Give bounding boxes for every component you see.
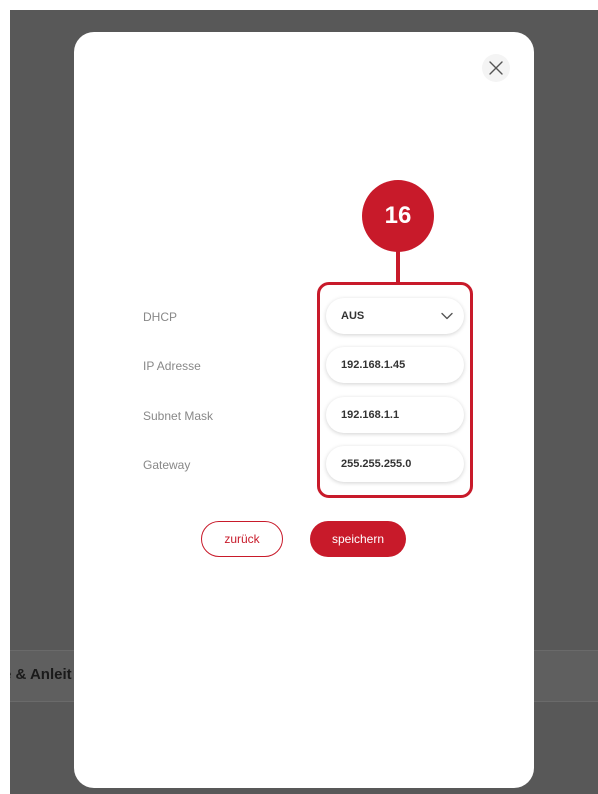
subnet-mask-label: Subnet Mask [143,409,214,423]
ip-address-label: IP Adresse [143,359,201,373]
close-button[interactable] [482,54,510,82]
back-button[interactable]: zurück [201,521,283,557]
background-section-title: e & Anleit [10,666,72,683]
close-icon [489,61,503,75]
save-button[interactable]: speichern [310,521,406,557]
dhcp-label: DHCP [143,310,178,324]
gateway-label: Gateway [143,458,191,472]
callout-badge: 16 [362,180,434,252]
callout-highlight-frame [317,282,473,498]
